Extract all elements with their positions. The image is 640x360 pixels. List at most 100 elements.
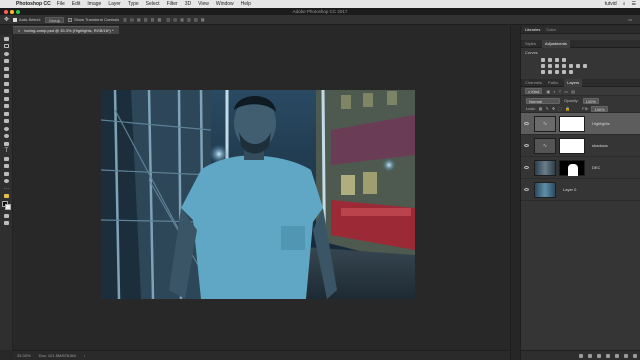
distribute-buttons[interactable]: ▥ ▤ ▦ ▧ ▨ ▩ (166, 17, 205, 22)
move-tool-icon[interactable] (0, 35, 13, 43)
black-white-icon[interactable] (562, 64, 566, 68)
brightness-icon[interactable] (541, 58, 545, 62)
user-name[interactable]: tutvid (605, 1, 617, 7)
menu-list-icon[interactable]: ☰ (632, 1, 636, 7)
tab-styles[interactable]: Styles (525, 41, 536, 46)
eye-icon[interactable] (524, 144, 529, 147)
edit-toolbar-icon[interactable]: ··· (0, 185, 13, 193)
marquee-tool-icon[interactable] (0, 43, 13, 51)
tab-color[interactable]: Color (546, 27, 556, 32)
eraser-tool-icon[interactable] (0, 110, 13, 118)
minimize-window-icon[interactable] (10, 9, 14, 14)
selective-color-icon[interactable] (569, 70, 573, 74)
move-tool-icon[interactable]: ✥ (4, 16, 9, 23)
zoom-window-icon[interactable] (16, 9, 20, 14)
shape-tool-icon[interactable] (0, 163, 13, 171)
layer-dec[interactable]: DEC (521, 157, 640, 179)
add-mask-icon[interactable] (597, 353, 601, 358)
layer-mask-thumb[interactable] (559, 159, 585, 176)
layer-shadows[interactable]: ∿ shadows (521, 135, 640, 157)
fx-icon[interactable] (588, 353, 592, 358)
healing-tool-icon[interactable] (0, 80, 13, 88)
blend-mode-dropdown[interactable]: Normal (526, 97, 560, 104)
screen-mode-icon[interactable] (0, 212, 13, 220)
tab-layers[interactable]: Layers (564, 78, 583, 87)
hue-saturation-icon[interactable] (548, 64, 552, 68)
tab-channels[interactable]: Channels (525, 80, 542, 85)
close-tab-icon[interactable]: × (18, 28, 20, 33)
auto-select-checkbox[interactable]: Auto-Select: (13, 17, 41, 22)
link-layers-icon[interactable] (579, 353, 583, 358)
align-buttons[interactable]: ▥ ▤ ▦ ▧ ▨ ▩ (123, 17, 162, 22)
menu-image[interactable]: Image (87, 1, 101, 7)
new-layer-icon[interactable] (624, 353, 628, 358)
trash-icon[interactable] (633, 353, 637, 358)
layer-name[interactable]: DEC (592, 165, 600, 170)
layer-highlights[interactable]: ∿ Highlights (521, 113, 640, 135)
posterize-icon[interactable] (548, 70, 552, 74)
layer-mask-thumb[interactable] (559, 115, 585, 132)
channel-mixer-icon[interactable] (576, 64, 580, 68)
menu-window[interactable]: Window (216, 1, 234, 7)
group-icon[interactable] (615, 353, 619, 358)
document-canvas-image[interactable] (101, 90, 415, 299)
dodge-tool-icon[interactable] (0, 133, 13, 141)
opacity-input[interactable]: 100% (582, 97, 599, 104)
workspace-icon[interactable]: ▭ (628, 17, 632, 22)
path-select-tool-icon[interactable] (0, 155, 13, 163)
history-panel-icon[interactable] (511, 26, 520, 36)
search-icon[interactable]: ⌕ (623, 1, 626, 7)
exposure-icon[interactable] (562, 58, 566, 62)
menu-3d[interactable]: 3D (185, 1, 191, 7)
eye-icon[interactable] (524, 122, 529, 125)
tab-paths[interactable]: Paths (548, 80, 558, 85)
photo-filter-icon[interactable] (569, 64, 573, 68)
eyedropper-tool-icon[interactable] (0, 73, 13, 81)
menu-view[interactable]: View (198, 1, 209, 7)
brush-tool-icon[interactable] (0, 88, 13, 96)
layer-name[interactable]: Highlights (592, 121, 610, 126)
close-window-icon[interactable] (4, 9, 8, 14)
hand-tool-icon[interactable] (0, 170, 13, 178)
eye-icon[interactable] (524, 166, 529, 169)
filter-icons[interactable]: ▣ ◐ T ▭ ▤ (546, 89, 576, 94)
color-swatches[interactable] (0, 200, 13, 212)
adjustment-layer-icon[interactable] (606, 353, 610, 358)
frame-icon[interactable] (0, 220, 13, 228)
lasso-tool-icon[interactable] (0, 50, 13, 58)
menu-help[interactable]: Help (241, 1, 251, 7)
tab-libraries[interactable]: Libraries (525, 27, 540, 32)
auto-select-target-dropdown[interactable]: Group (44, 16, 64, 23)
zoom-tool-icon[interactable] (0, 178, 13, 186)
color-lookup-icon[interactable] (583, 64, 587, 68)
layer-0[interactable]: Layer 0 (521, 179, 640, 201)
gradient-map-icon[interactable] (562, 70, 566, 74)
color-balance-icon[interactable] (555, 64, 559, 68)
document-size[interactable]: Doc: 121.5M/878.6M (39, 353, 76, 358)
document-tab[interactable]: × toning-comp.psd @ 33.3% (Highlights, R… (13, 26, 119, 34)
eye-icon[interactable] (524, 188, 529, 191)
layer-name[interactable]: shadows (592, 143, 608, 148)
invert-icon[interactable] (541, 70, 545, 74)
curves-icon[interactable] (555, 58, 559, 62)
menu-filter[interactable]: Filter (167, 1, 178, 7)
pen-tool-icon[interactable] (0, 140, 13, 148)
layer-filter-kind[interactable]: ⌕ Kind (525, 88, 543, 94)
menu-type[interactable]: Type (128, 1, 139, 7)
menu-file[interactable]: File (57, 1, 65, 7)
tab-adjustments[interactable]: Adjustments (541, 39, 570, 48)
menu-edit[interactable]: Edit (72, 1, 81, 7)
zoom-level[interactable]: 33.33% (17, 353, 31, 358)
quick-mask-icon[interactable] (0, 193, 13, 201)
type-tool-icon[interactable]: T (0, 148, 13, 156)
blur-tool-icon[interactable] (0, 125, 13, 133)
clone-stamp-tool-icon[interactable] (0, 95, 13, 103)
fill-input[interactable]: 100% (591, 105, 608, 112)
app-menu[interactable]: Photoshop CC (16, 1, 51, 7)
levels-icon[interactable] (548, 58, 552, 62)
layer-name[interactable]: Layer 0 (563, 187, 576, 192)
gradient-tool-icon[interactable] (0, 118, 13, 126)
menu-select[interactable]: Select (146, 1, 160, 7)
crop-tool-icon[interactable] (0, 65, 13, 73)
lock-icons[interactable]: ▦ ✎ ✥ ⬚ 🔒 (539, 106, 572, 111)
